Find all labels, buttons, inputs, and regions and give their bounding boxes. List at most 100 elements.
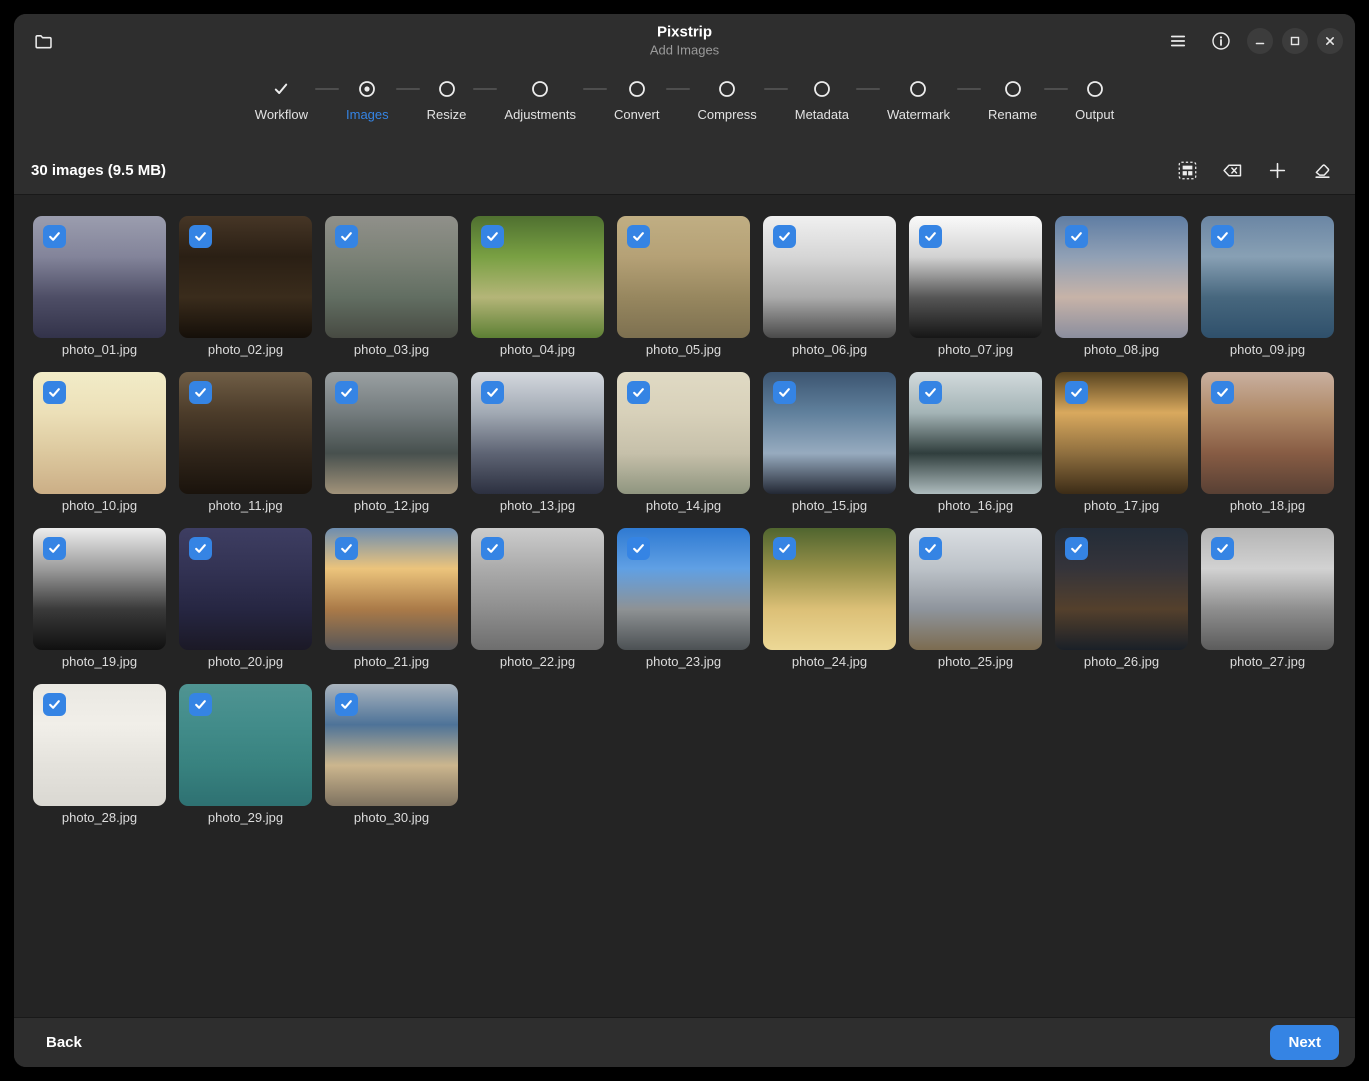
step-rename[interactable]: Rename (988, 80, 1037, 122)
step-convert[interactable]: Convert (614, 80, 660, 122)
photo-thumbnail[interactable] (325, 684, 458, 806)
photo-item[interactable]: photo_27.jpg (1201, 528, 1334, 669)
photo-thumbnail[interactable] (909, 216, 1042, 338)
minimize-button[interactable] (1247, 28, 1273, 54)
photo-thumbnail[interactable] (471, 528, 604, 650)
photo-item[interactable]: photo_08.jpg (1055, 216, 1188, 357)
photo-thumbnail[interactable] (617, 372, 750, 494)
photo-item[interactable]: photo_15.jpg (763, 372, 896, 513)
next-button[interactable]: Next (1270, 1025, 1339, 1060)
photo-thumbnail[interactable] (33, 528, 166, 650)
photo-thumbnail[interactable] (763, 372, 896, 494)
photo-thumbnail[interactable] (763, 528, 896, 650)
open-folder-button[interactable] (26, 24, 60, 58)
photo-checkbox[interactable] (919, 225, 942, 248)
photo-checkbox[interactable] (919, 381, 942, 404)
photo-thumbnail[interactable] (179, 372, 312, 494)
photo-item[interactable]: photo_22.jpg (471, 528, 604, 669)
remove-selected-button[interactable] (1215, 153, 1249, 187)
main-menu-button[interactable] (1161, 24, 1195, 58)
about-button[interactable] (1204, 24, 1238, 58)
photo-checkbox[interactable] (627, 225, 650, 248)
photo-item[interactable]: photo_04.jpg (471, 216, 604, 357)
step-adjustments[interactable]: Adjustments (504, 80, 576, 122)
photo-thumbnail[interactable] (471, 372, 604, 494)
photo-checkbox[interactable] (189, 537, 212, 560)
photo-item[interactable]: photo_24.jpg (763, 528, 896, 669)
step-output[interactable]: Output (1075, 80, 1114, 122)
photo-checkbox[interactable] (43, 693, 66, 716)
photo-item[interactable]: photo_06.jpg (763, 216, 896, 357)
close-button[interactable] (1317, 28, 1343, 54)
photo-item[interactable]: photo_09.jpg (1201, 216, 1334, 357)
photo-thumbnail[interactable] (325, 216, 458, 338)
photo-item[interactable]: photo_21.jpg (325, 528, 458, 669)
step-workflow[interactable]: Workflow (255, 80, 308, 122)
photo-thumbnail[interactable] (471, 216, 604, 338)
maximize-button[interactable] (1282, 28, 1308, 54)
photo-checkbox[interactable] (335, 693, 358, 716)
photo-checkbox[interactable] (189, 693, 212, 716)
photo-checkbox[interactable] (189, 225, 212, 248)
photo-item[interactable]: photo_13.jpg (471, 372, 604, 513)
photo-thumbnail[interactable] (1055, 372, 1188, 494)
photo-checkbox[interactable] (1211, 381, 1234, 404)
photo-thumbnail[interactable] (33, 372, 166, 494)
back-button[interactable]: Back (30, 1026, 98, 1059)
photo-thumbnail[interactable] (1055, 528, 1188, 650)
photo-item[interactable]: photo_02.jpg (179, 216, 312, 357)
photo-thumbnail[interactable] (33, 216, 166, 338)
photo-thumbnail[interactable] (1201, 216, 1334, 338)
photo-checkbox[interactable] (189, 381, 212, 404)
photo-item[interactable]: photo_03.jpg (325, 216, 458, 357)
photo-item[interactable]: photo_05.jpg (617, 216, 750, 357)
step-metadata[interactable]: Metadata (795, 80, 849, 122)
photo-checkbox[interactable] (335, 225, 358, 248)
photo-item[interactable]: photo_30.jpg (325, 684, 458, 825)
photo-thumbnail[interactable] (1055, 216, 1188, 338)
photo-item[interactable]: photo_29.jpg (179, 684, 312, 825)
photo-thumbnail[interactable] (617, 528, 750, 650)
photo-item[interactable]: photo_23.jpg (617, 528, 750, 669)
photo-checkbox[interactable] (773, 381, 796, 404)
photo-thumbnail[interactable] (1201, 372, 1334, 494)
photo-item[interactable]: photo_07.jpg (909, 216, 1042, 357)
photo-item[interactable]: photo_17.jpg (1055, 372, 1188, 513)
photo-checkbox[interactable] (627, 381, 650, 404)
photo-checkbox[interactable] (919, 537, 942, 560)
photo-item[interactable]: photo_19.jpg (33, 528, 166, 669)
step-watermark[interactable]: Watermark (887, 80, 950, 122)
photo-checkbox[interactable] (43, 537, 66, 560)
photo-item[interactable]: photo_16.jpg (909, 372, 1042, 513)
step-compress[interactable]: Compress (697, 80, 756, 122)
step-resize[interactable]: Resize (427, 80, 467, 122)
photo-checkbox[interactable] (481, 537, 504, 560)
photo-checkbox[interactable] (335, 537, 358, 560)
photo-checkbox[interactable] (335, 381, 358, 404)
photo-item[interactable]: photo_25.jpg (909, 528, 1042, 669)
photo-checkbox[interactable] (1065, 381, 1088, 404)
photo-item[interactable]: photo_26.jpg (1055, 528, 1188, 669)
step-images[interactable]: Images (346, 80, 389, 122)
photo-thumbnail[interactable] (617, 216, 750, 338)
photo-item[interactable]: photo_28.jpg (33, 684, 166, 825)
photo-thumbnail[interactable] (763, 216, 896, 338)
photo-item[interactable]: photo_10.jpg (33, 372, 166, 513)
photo-checkbox[interactable] (1211, 537, 1234, 560)
photo-thumbnail[interactable] (325, 372, 458, 494)
photo-checkbox[interactable] (773, 537, 796, 560)
photo-item[interactable]: photo_01.jpg (33, 216, 166, 357)
photo-thumbnail[interactable] (1201, 528, 1334, 650)
photo-thumbnail[interactable] (909, 528, 1042, 650)
photo-thumbnail[interactable] (179, 216, 312, 338)
photo-checkbox[interactable] (43, 381, 66, 404)
photo-thumbnail[interactable] (909, 372, 1042, 494)
clear-all-button[interactable] (1305, 153, 1339, 187)
photo-thumbnail[interactable] (33, 684, 166, 806)
photo-checkbox[interactable] (1065, 225, 1088, 248)
photo-checkbox[interactable] (481, 381, 504, 404)
photo-item[interactable]: photo_11.jpg (179, 372, 312, 513)
photo-item[interactable]: photo_18.jpg (1201, 372, 1334, 513)
photo-checkbox[interactable] (43, 225, 66, 248)
photo-checkbox[interactable] (1065, 537, 1088, 560)
